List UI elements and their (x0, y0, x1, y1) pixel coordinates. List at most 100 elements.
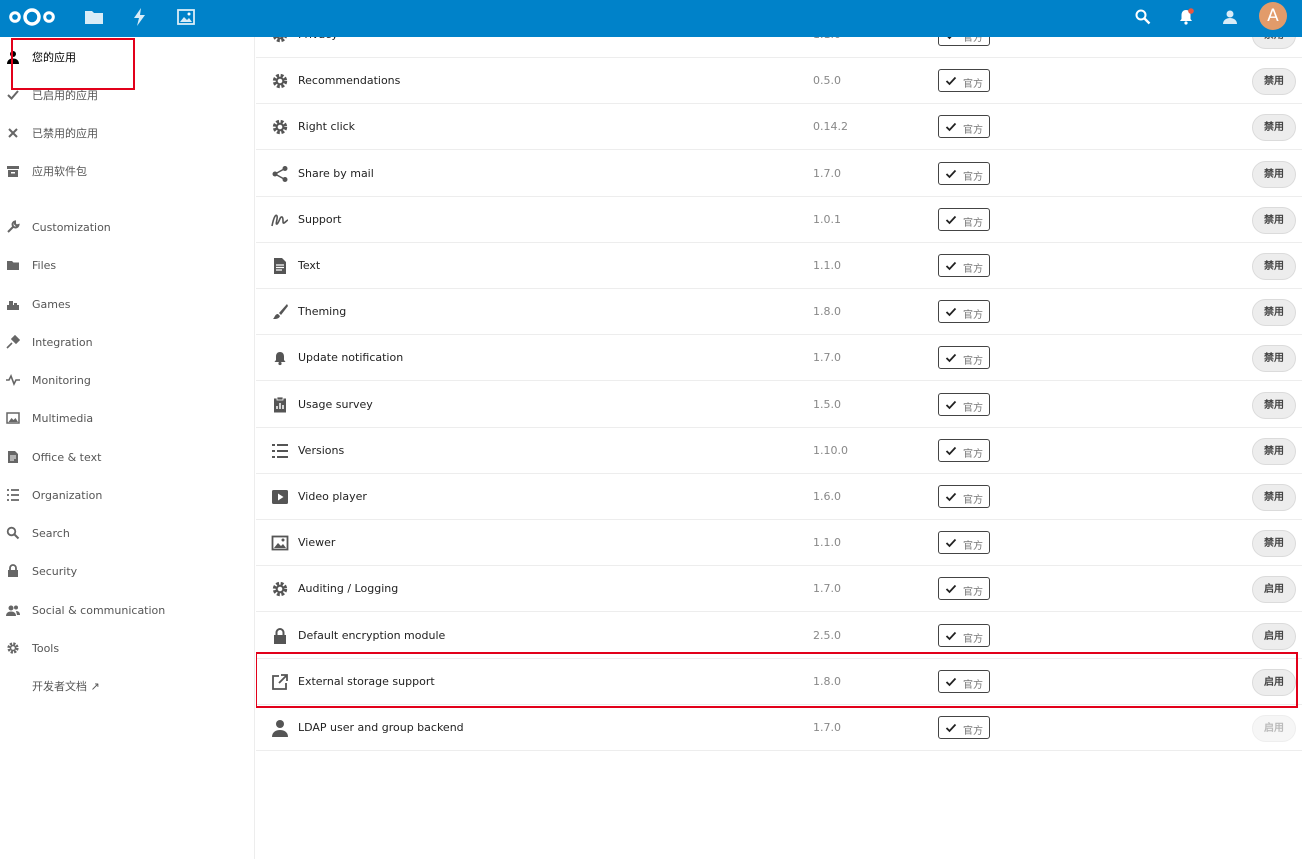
gallery-icon[interactable] (176, 7, 196, 27)
sidebar-item-label: Search (32, 526, 70, 540)
search-icon[interactable] (1133, 7, 1153, 27)
disable-button[interactable]: 禁用 (1252, 37, 1296, 49)
app-name[interactable]: Text (298, 259, 320, 272)
sidebar-item-monitoring[interactable]: Monitoring (0, 361, 254, 399)
disable-button[interactable]: 禁用 (1252, 114, 1296, 142)
sidebar-item-label: Monitoring (32, 373, 91, 387)
official-badge: 官方 (938, 438, 990, 462)
app-version: 1.7.0 (813, 721, 841, 734)
bell-icon (271, 349, 289, 367)
sidebar-item-label: Organization (32, 488, 103, 502)
sidebar-item-your-apps[interactable]: 您的应用 (0, 38, 254, 76)
sidebar-item-security[interactable]: Security (0, 552, 254, 590)
check-icon (945, 539, 957, 548)
document-icon (271, 257, 289, 275)
app-name[interactable]: Privacy (298, 37, 338, 41)
sidebar-item-tools[interactable]: Tools (0, 629, 254, 667)
enable-button[interactable]: 启用 (1252, 622, 1296, 650)
disable-button[interactable]: 禁用 (1252, 391, 1296, 419)
app-version: 1.1.0 (813, 259, 841, 272)
enable-button[interactable]: 启用 (1252, 715, 1296, 742)
sidebar-item-label: Customization (32, 220, 111, 234)
sidebar-item-integration[interactable]: Integration (0, 323, 254, 361)
disable-button[interactable]: 禁用 (1252, 299, 1296, 327)
disable-button[interactable]: 禁用 (1252, 484, 1296, 511)
sidebar-item-social[interactable]: Social & communication (0, 591, 254, 629)
app-name[interactable]: Right click (298, 120, 355, 133)
app-name[interactable]: Theming (298, 305, 346, 318)
official-label: 官方 (963, 125, 983, 137)
check-icon (945, 261, 957, 271)
gear-icon (271, 118, 289, 136)
brush-icon (271, 303, 289, 321)
sidebar-item-enabled-apps[interactable]: 已启用的应用 (0, 76, 254, 114)
sidebar-item-app-bundles[interactable]: 应用软件包 (0, 152, 254, 190)
user-avatar[interactable]: A (1259, 2, 1287, 30)
external-link-icon (271, 673, 289, 691)
sidebar-item-label: 您的应用 (32, 51, 76, 64)
app-name[interactable]: Recommendations (298, 74, 400, 87)
app-name[interactable]: LDAP user and group backend (298, 721, 464, 734)
disable-button[interactable]: 禁用 (1252, 253, 1296, 280)
sidebar-item-multimedia[interactable]: Multimedia (0, 399, 254, 437)
check-icon (945, 446, 957, 456)
sidebar-item-files[interactable]: Files (0, 246, 254, 284)
app-name[interactable]: Support (298, 213, 341, 226)
clipboard-icon (271, 396, 289, 414)
search-icon (5, 525, 21, 541)
activity-icon[interactable] (130, 7, 150, 27)
gear-icon (271, 37, 289, 44)
sidebar-item-search[interactable]: Search (0, 514, 254, 552)
check-icon (945, 723, 957, 733)
enable-button[interactable]: 启用 (1252, 668, 1296, 696)
disable-button[interactable]: 禁用 (1252, 530, 1296, 558)
app-name[interactable]: Default encryption module (298, 629, 445, 642)
app-name[interactable]: Video player (298, 490, 367, 503)
app-name[interactable]: Auditing / Logging (298, 582, 398, 595)
disable-button[interactable]: 禁用 (1252, 437, 1296, 465)
app-row: Video player 1.6.0 官方 禁用 (256, 474, 1302, 520)
contacts-icon[interactable] (1220, 7, 1240, 27)
sidebar-item-customization[interactable]: Customization (0, 208, 254, 246)
app-name[interactable]: External storage support (298, 675, 435, 688)
sidebar-item-organization[interactable]: Organization (0, 476, 254, 514)
sidebar-item-office-text[interactable]: Office & text (0, 438, 254, 476)
sidebar-item-games[interactable]: Games (0, 285, 254, 323)
disable-button[interactable]: 禁用 (1252, 160, 1296, 188)
official-label: 官方 (963, 79, 983, 91)
files-icon[interactable] (84, 7, 104, 27)
enable-button[interactable]: 启用 (1252, 576, 1296, 604)
sidebar-item-disabled-apps[interactable]: 已禁用的应用 (0, 114, 254, 152)
official-badge: 官方 (938, 669, 990, 693)
sidebar-item-label: Files (32, 258, 57, 272)
official-label: 官方 (963, 679, 983, 691)
check-icon (945, 354, 957, 363)
app-name[interactable]: Viewer (298, 536, 335, 549)
nextcloud-logo[interactable] (6, 6, 58, 28)
official-label: 官方 (963, 402, 983, 414)
developer-docs-link[interactable]: 开发者文档 ↗ (0, 667, 254, 705)
integration-icon (5, 334, 21, 350)
app-name[interactable]: Versions (298, 444, 344, 457)
image-icon (271, 534, 289, 552)
app-name[interactable]: Usage survey (298, 398, 373, 411)
check-icon (945, 585, 957, 594)
app-version: 1.6.0 (813, 490, 841, 503)
app-row: Right click 0.14.2 官方 禁用 (256, 104, 1302, 151)
app-name[interactable]: Share by mail (298, 167, 374, 180)
disable-button[interactable]: 禁用 (1252, 68, 1296, 96)
disable-button[interactable]: 禁用 (1252, 345, 1296, 373)
check-icon (945, 77, 957, 86)
list-icon (5, 487, 21, 503)
official-label: 官方 (963, 264, 983, 275)
check-icon (947, 37, 952, 40)
notifications-icon[interactable] (1176, 7, 1196, 27)
gear-icon (5, 640, 21, 656)
app-version: 1.8.0 (813, 305, 841, 319)
disable-button[interactable]: 禁用 (1252, 206, 1296, 234)
app-name[interactable]: Update notification (298, 351, 403, 364)
wrench-icon (5, 219, 21, 235)
check-icon (945, 492, 957, 502)
app-version: 1.7.0 (813, 582, 841, 596)
lock-icon (271, 627, 289, 645)
